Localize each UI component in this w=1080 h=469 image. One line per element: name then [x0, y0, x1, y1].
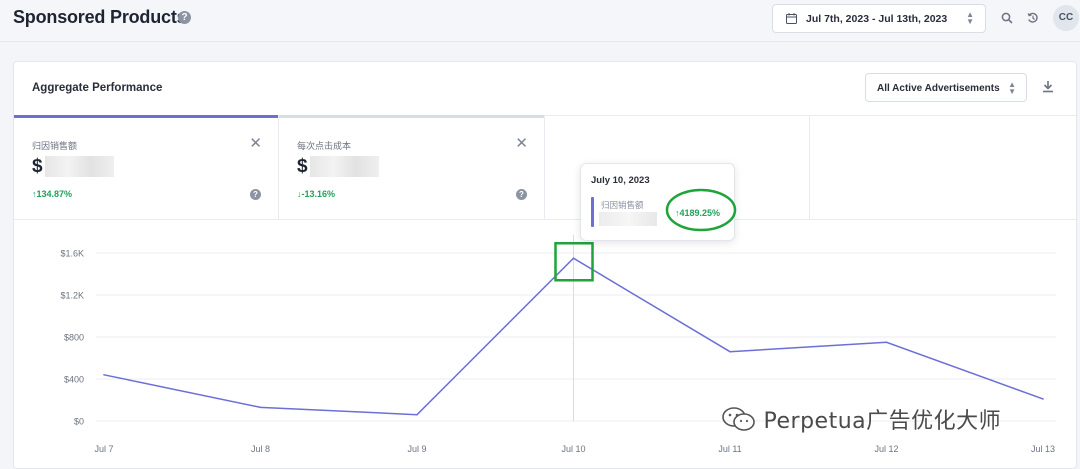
blurred-value: [45, 156, 114, 177]
chart-tooltip: July 10, 2023 归因销售额 ↑4189.25%: [580, 163, 737, 241]
tooltip-date: July 10, 2023: [591, 175, 650, 186]
blurred-value: [310, 156, 379, 177]
metric-tiles: 归因销售额 ✕ $ ↑134.87% ? 每次点击成本 ✕ $ ↓-13.16%…: [14, 115, 1076, 220]
calendar-icon: [786, 13, 797, 24]
close-icon[interactable]: ✕: [515, 136, 528, 151]
page-title: Sponsored Products: [13, 7, 187, 27]
metric-tile-attributed-sales[interactable]: 归因销售额 ✕ $ ↑134.87% ?: [14, 115, 279, 220]
metric-tile-empty[interactable]: [810, 116, 1076, 220]
filter-value: All Active Advertisements: [877, 83, 1000, 94]
annotation-ellipse: [665, 188, 737, 232]
metric-tile-cost-per-click[interactable]: 每次点击成本 ✕ $ ↓-13.16% ?: [279, 115, 545, 220]
info-icon[interactable]: ?: [250, 189, 261, 200]
metric-change: ↑134.87%: [32, 189, 73, 199]
series-swatch: [591, 197, 594, 227]
metric-value: $: [297, 156, 308, 177]
advertisement-filter-select[interactable]: All Active Advertisements ▲ ▼: [865, 73, 1027, 102]
metric-accent-bar: [279, 115, 544, 118]
chevron-updown-icon: ▲ ▼: [966, 10, 974, 26]
metric-label: 每次点击成本: [297, 141, 352, 151]
top-bar: Sponsored Products ? Jul 7th, 2023 - Jul…: [0, 0, 1080, 42]
metric-value: $: [32, 156, 43, 177]
metric-label: 归因销售额: [32, 141, 78, 151]
history-icon[interactable]: [1025, 10, 1041, 26]
user-avatar[interactable]: CC: [1053, 5, 1079, 31]
help-icon[interactable]: ?: [178, 11, 191, 24]
chevron-updown-icon: ▲ ▼: [1008, 80, 1016, 96]
wechat-icon: [722, 407, 755, 431]
info-icon[interactable]: ?: [516, 189, 527, 200]
watermark: Perpetua广告优化大师: [722, 403, 1001, 435]
date-range-text: Jul 7th, 2023 - Jul 13th, 2023: [806, 13, 948, 25]
metric-change: ↓-13.16%: [297, 189, 336, 199]
download-icon[interactable]: [1042, 80, 1054, 93]
blurred-value: [599, 212, 657, 226]
metric-accent-bar: [14, 115, 278, 118]
card-title: Aggregate Performance: [32, 82, 163, 94]
date-range-picker[interactable]: Jul 7th, 2023 - Jul 13th, 2023 ▲ ▼: [772, 4, 986, 33]
close-icon[interactable]: ✕: [249, 136, 262, 151]
watermark-text: Perpetua广告优化大师: [763, 409, 1002, 434]
tooltip-metric-label: 归因销售额: [601, 200, 644, 210]
search-icon[interactable]: [999, 10, 1015, 26]
